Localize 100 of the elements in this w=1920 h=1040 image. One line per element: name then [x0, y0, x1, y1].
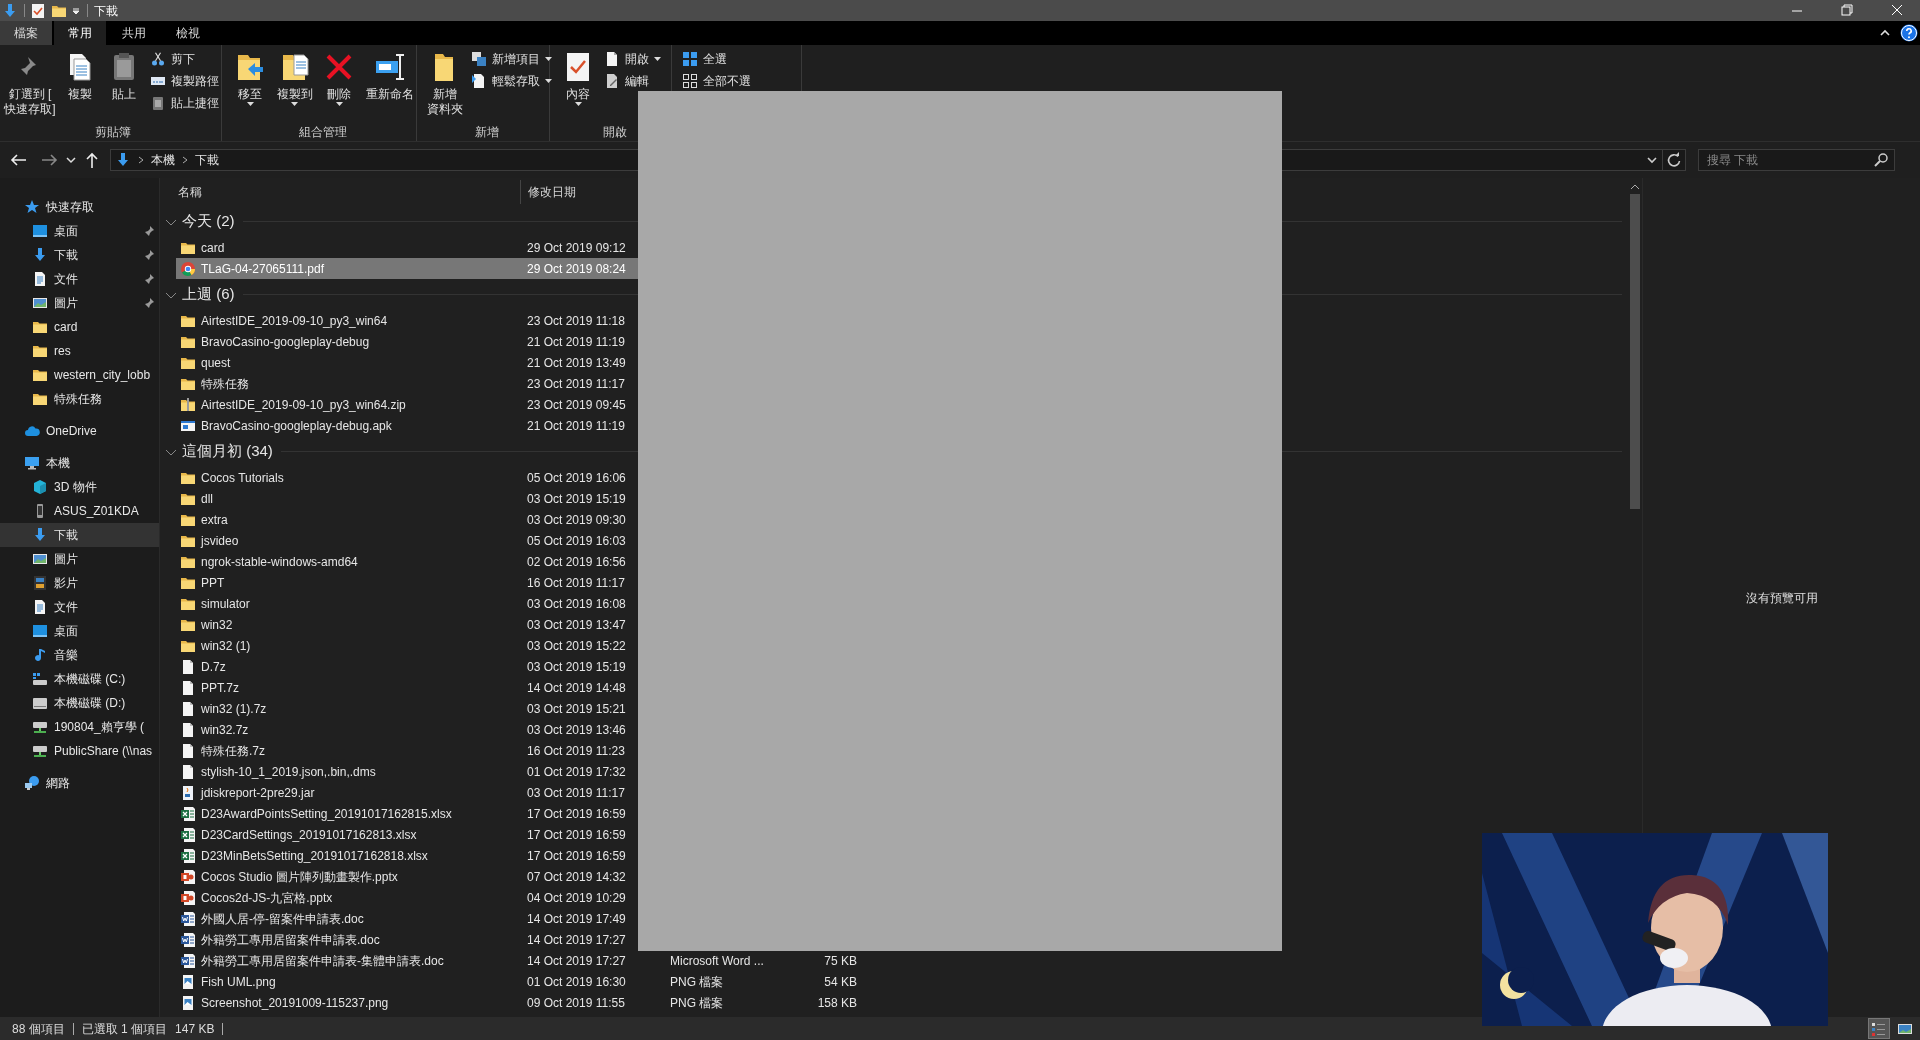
group-header[interactable]: 上週 (6) — [182, 283, 235, 306]
nav-item[interactable]: 圖片 — [0, 291, 159, 315]
file-row[interactable]: D23CardSettings_20191017162813.xlsx 17 Oct 2019 16:59 — [176, 824, 638, 845]
file-row[interactable]: D23AwardPointsSetting_20191017162815.xlsx 17 Oct 2019 16:59 — [176, 803, 638, 824]
nav-item[interactable]: res — [0, 339, 159, 363]
nav-item[interactable]: 3D 物件 — [0, 475, 159, 499]
ribbon-button[interactable]: 複製到 — [274, 49, 316, 106]
ribbon-button[interactable]: 移至 — [230, 49, 270, 106]
file-row[interactable]: win32 03 Oct 2019 13:47 — [176, 614, 638, 635]
file-row[interactable]: 特殊任務.7z 16 Oct 2019 11:23 — [176, 740, 638, 761]
ribbon-button[interactable]: 內容 — [558, 49, 598, 106]
breadcrumb[interactable]: 下載 — [195, 151, 219, 169]
nav-item[interactable]: 下載 — [0, 523, 159, 547]
nav-item[interactable]: PublicShare (\\nas — [0, 739, 159, 763]
ribbon-tab[interactable]: 常用 — [54, 21, 106, 45]
file-row[interactable]: Cocos Studio 圖片陣列動畫製作.pptx 07 Oct 2019 14:32 — [176, 866, 638, 887]
nav-item[interactable]: 本機磁碟 (C:) — [0, 667, 159, 691]
file-row[interactable]: Cocos Tutorials 05 Oct 2019 16:06 — [176, 467, 638, 488]
ribbon-tab[interactable]: 檔案 — [0, 21, 52, 45]
date-cell-text: 23 Oct 2019 09:45 — [526, 396, 627, 414]
ribbon-button[interactable]: 貼上 — [104, 49, 144, 102]
dropdown-icon[interactable] — [71, 5, 81, 16]
file-row[interactable]: AirtestIDE_2019-09-10_py3_win64 23 Oct 2019 11:18 — [176, 310, 638, 331]
refresh-icon[interactable] — [1665, 151, 1683, 169]
file-row[interactable]: stylish-10_1_2019.json,.bin,.dms 01 Oct 2019 17:32 — [176, 761, 638, 782]
ribbon-button[interactable]: 全部不選 — [680, 71, 753, 91]
file-row[interactable]: ngrok-stable-windows-amd64 02 Oct 2019 16:56 — [176, 551, 638, 572]
file-row[interactable]: BravoCasino-googleplay-debug 21 Oct 2019 11:19 — [176, 331, 638, 352]
file-row[interactable]: Screenshot_20191009-115237.png 09 Oct 2019 11:55 PNG 檔案 158 KB — [176, 992, 857, 1013]
file-row[interactable]: dll 03 Oct 2019 15:19 — [176, 488, 638, 509]
column-header[interactable]: 名稱 — [176, 180, 520, 204]
file-row[interactable]: D23MinBetsSetting_20191017162818.xlsx 17 Oct 2019 16:59 — [176, 845, 638, 866]
ribbon-button[interactable]: 輕鬆存取 — [469, 71, 554, 91]
ribbon-button[interactable]: 剪下 — [148, 49, 221, 69]
nav-item[interactable]: 影片 — [0, 571, 159, 595]
ribbon-button[interactable]: 複製 — [60, 49, 100, 102]
help-icon[interactable] — [1900, 24, 1918, 42]
ribbon-button[interactable]: 重新命名 — [363, 49, 416, 102]
file-row[interactable]: win32.7z 03 Oct 2019 13:46 — [176, 719, 638, 740]
nav-item[interactable]: 特殊任務 — [0, 387, 159, 411]
file-row[interactable]: TLaG-04-27065111.pdf 29 Oct 2019 08:24 — [176, 258, 638, 279]
file-row[interactable]: jsvideo 05 Oct 2019 16:03 — [176, 530, 638, 551]
search-field[interactable]: 搜尋 下載 — [1698, 149, 1895, 171]
tricolor-circle-icon — [180, 260, 196, 277]
scroll-up-icon[interactable] — [1630, 182, 1640, 190]
file-row[interactable]: Cocos2d-JS-九宮格.pptx 04 Oct 2019 10:29 — [176, 887, 638, 908]
file-row[interactable]: simulator 03 Oct 2019 16:08 — [176, 593, 638, 614]
file-row[interactable]: 特殊任務 23 Oct 2019 11:17 — [176, 373, 638, 394]
nav-item[interactable]: OneDrive — [0, 419, 159, 443]
new-item-icon — [471, 51, 487, 67]
ribbon-button[interactable]: 全選 — [680, 49, 753, 69]
file-row[interactable]: win32 (1).7z 03 Oct 2019 15:21 — [176, 698, 638, 719]
nav-item[interactable]: card — [0, 315, 159, 339]
nav-item[interactable]: 文件 — [0, 595, 159, 619]
file-row[interactable]: win32 (1) 03 Oct 2019 15:22 — [176, 635, 638, 656]
ribbon-button[interactable]: 新增 資料夾 — [425, 49, 465, 117]
file-row[interactable]: quest 21 Oct 2019 13:49 — [176, 352, 638, 373]
file-row[interactable]: card 29 Oct 2019 09:12 — [176, 237, 638, 258]
nav-item[interactable]: 本機磁碟 (D:) — [0, 691, 159, 715]
breadcrumb[interactable]: 本機 — [151, 151, 175, 169]
ribbon-button[interactable]: 複製路徑 — [148, 71, 221, 91]
ribbon-button[interactable]: 編輯 — [602, 71, 663, 91]
file-row[interactable]: AirtestIDE_2019-09-10_py3_win64.zip 23 Oct 2019 09:45 — [176, 394, 638, 415]
date-cell-text: 09 Oct 2019 11:55 — [526, 994, 626, 1012]
file-row[interactable]: jdiskreport-2pre29.jar 03 Oct 2019 11:17 — [176, 782, 638, 803]
file-name: stylish-10_1_2019.json,.bin,.dms — [201, 763, 376, 781]
group-header[interactable]: 今天 (2) — [182, 210, 235, 233]
checklist-page-icon[interactable] — [31, 2, 45, 19]
nav-item[interactable]: 網路 — [0, 771, 159, 795]
file-row[interactable]: 外籍勞工專用居留案件申請表-集體申請表.doc 14 Oct 2019 17:27 Microsoft Word ... 75 KB — [176, 950, 857, 971]
file-row[interactable]: Fish UML.png 01 Oct 2019 16:30 PNG 檔案 54 KB — [176, 971, 857, 992]
nav-item[interactable]: 桌面 — [0, 619, 159, 643]
nav-item[interactable]: 圖片 — [0, 547, 159, 571]
nav-item[interactable]: 本機 — [0, 451, 159, 475]
file-name: Screenshot_20191009-115237.png — [201, 994, 389, 1012]
column-header[interactable]: 修改日期 — [520, 180, 630, 204]
ribbon-button[interactable]: 貼上捷徑 — [148, 93, 221, 113]
group-header[interactable]: 這個月初 (34) — [182, 440, 273, 463]
file-row[interactable]: PPT 16 Oct 2019 11:17 — [176, 572, 638, 593]
ribbon-button[interactable]: 開啟 — [602, 49, 663, 69]
file-row[interactable]: 外國人居-停-留案件申請表.doc 14 Oct 2019 17:49 — [176, 908, 638, 929]
ribbon-button[interactable]: 釘選到 [ 快速存取] — [4, 49, 56, 117]
nav-item[interactable]: 文件 — [0, 267, 159, 291]
file-row[interactable]: BravoCasino-googleplay-debug.apk 21 Oct 2019 11:19 — [176, 415, 638, 436]
nav-item[interactable]: 190804_賴亨學 ( — [0, 715, 159, 739]
nav-item[interactable]: 快速存取 — [0, 195, 159, 219]
ribbon-button[interactable]: 刪除 — [319, 49, 360, 106]
download-icon[interactable] — [2, 2, 18, 19]
nav-item[interactable]: ASUS_Z01KDA — [0, 499, 159, 523]
nav-item[interactable]: western_city_lobb — [0, 363, 159, 387]
file-row[interactable]: PPT.7z 14 Oct 2019 14:48 — [176, 677, 638, 698]
date-cell-text: 05 Oct 2019 16:06 — [526, 469, 627, 487]
file-row[interactable]: extra 03 Oct 2019 09:30 — [176, 509, 638, 530]
nav-item[interactable]: 桌面 — [0, 219, 159, 243]
nav-item[interactable]: 下載 — [0, 243, 159, 267]
file-row[interactable]: 外籍勞工專用居留案件申請表.doc 14 Oct 2019 17:27 — [176, 929, 638, 950]
search-icon[interactable] — [1873, 152, 1889, 168]
nav-item[interactable]: 音樂 — [0, 643, 159, 667]
ribbon-button[interactable]: 新增項目 — [469, 49, 554, 69]
file-row[interactable]: D.7z 03 Oct 2019 15:19 — [176, 656, 638, 677]
